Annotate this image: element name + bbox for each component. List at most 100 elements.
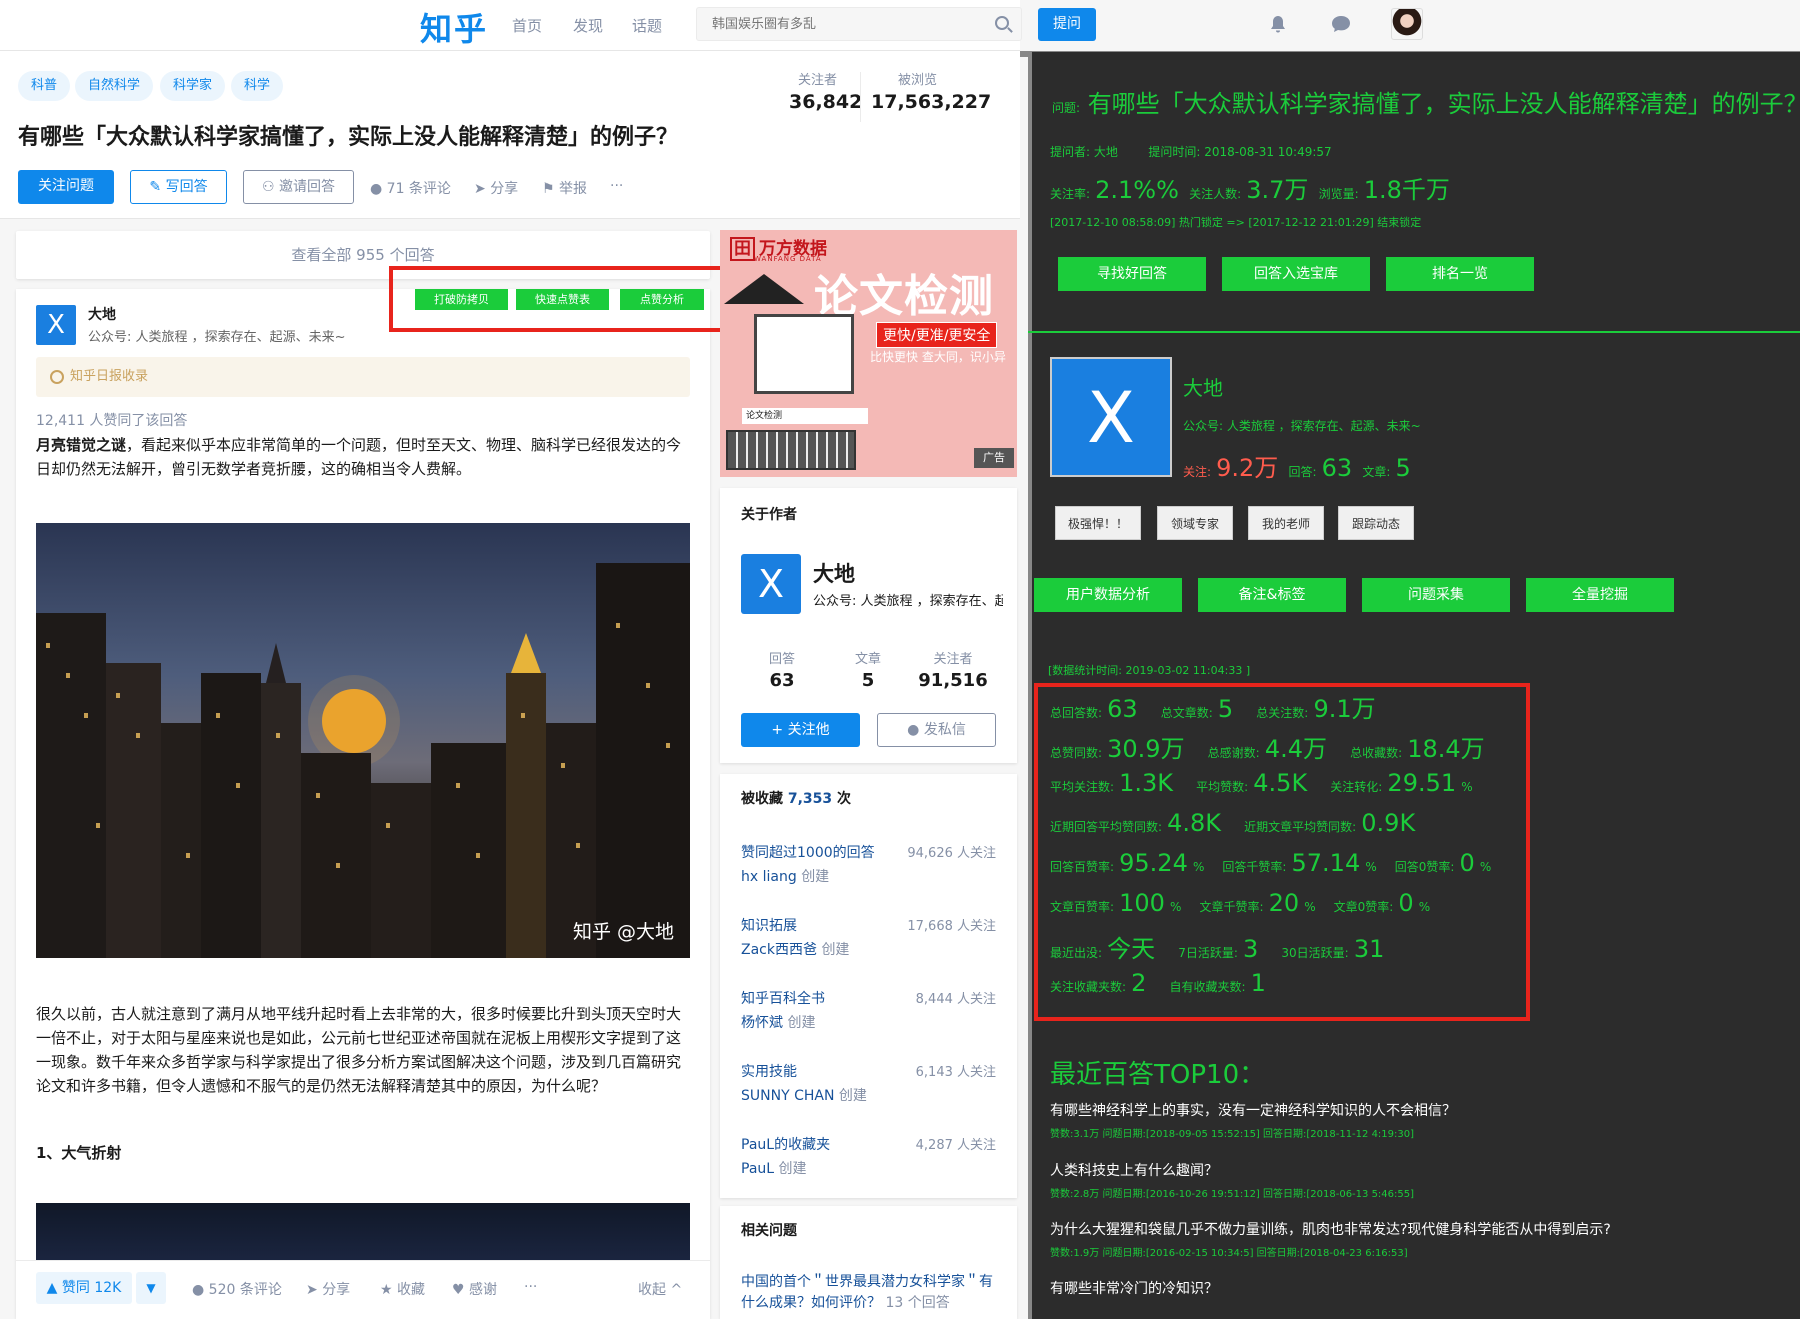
metric-value: 100 <box>1119 889 1165 917</box>
nav-home-link[interactable]: 首页 <box>512 15 542 36</box>
user-avatar[interactable] <box>1391 8 1423 40</box>
answer-more-button[interactable]: ··· <box>524 1279 537 1295</box>
follow-question-button[interactable]: 关注问题 <box>18 170 114 204</box>
downvote-button[interactable]: ▼ <box>136 1272 166 1304</box>
question-collect-button[interactable]: 问题采集 <box>1362 578 1510 612</box>
metric-label: 回答0赞率: <box>1394 860 1455 874</box>
track-activity-button[interactable]: 跟踪动态 <box>1338 506 1414 540</box>
nav-topics-link[interactable]: 话题 <box>632 15 662 36</box>
wanfang-ad-banner[interactable]: 田万方数据 WANFANG DATA 论文检测 更快/更准/更安全 比快更快 查… <box>720 230 1017 477</box>
collection-created-label: 创建 <box>778 1161 807 1177</box>
metrics-row: 总赞同数: 30.9万 总感谢数: 4.4万 总收藏数: 18.4万 <box>1050 729 1503 764</box>
answer-author-avatar[interactable]: X <box>36 305 76 345</box>
moon-city-photo[interactable]: 知乎 @大地 <box>36 523 690 958</box>
search-icon[interactable] <box>995 16 1009 30</box>
top10-question[interactable]: 有哪些非常冷门的冷知识？ <box>1050 1278 1218 1298</box>
quick-upvote-table-button[interactable]: 快速点赞表 <box>516 289 609 310</box>
collection-creator[interactable]: PauL 创建 <box>741 1158 807 1178</box>
about-answers-count[interactable]: 63 <box>737 670 827 691</box>
answer-comments-button[interactable]: ● 520 条评论 <box>192 1279 282 1299</box>
answer-collect-button[interactable]: ★ 收藏 <box>380 1279 425 1299</box>
question-comments-button[interactable]: ● 71 条评论 <box>370 178 451 198</box>
metrics-row: 近期回答平均赞同数: 4.8K 近期文章平均赞同数: 0.9K <box>1050 809 1433 837</box>
collection-creator[interactable]: SUNNY CHAN 创建 <box>741 1085 867 1105</box>
metric-item: 文章百赞率: 100 % <box>1050 889 1181 917</box>
metric-value: 4.8K <box>1167 809 1222 837</box>
about-author-name[interactable]: 大地 <box>813 558 855 588</box>
invite-answer-button[interactable]: ⚇ 邀请回答 <box>243 170 354 204</box>
top10-question[interactable]: 人类科技史上有什么趣闻？ <box>1050 1160 1218 1180</box>
break-copy-protection-button[interactable]: 打破防拷贝 <box>415 289 508 310</box>
tag-science[interactable]: 科学 <box>231 71 284 101</box>
private-message-button[interactable]: ● 发私信 <box>877 713 996 747</box>
full-mining-button[interactable]: 全量挖掘 <box>1526 578 1674 612</box>
about-articles-count[interactable]: 5 <box>823 670 913 691</box>
tag-very-strong-button[interactable]: 极强悍！！ <box>1055 506 1141 540</box>
metric-value: 0 <box>1398 889 1414 917</box>
pencil-icon: ✎ <box>149 179 166 195</box>
collection-name[interactable]: 实用技能 <box>741 1061 797 1081</box>
collection-creator[interactable]: 杨怀斌 创建 <box>741 1012 815 1032</box>
metric-value: 29.51 <box>1387 769 1457 797</box>
collection-creator[interactable]: hx liang 创建 <box>741 866 829 886</box>
about-followers-count[interactable]: 91,516 <box>908 670 998 691</box>
zhihu-daily-badge[interactable]: 知乎日报收录 <box>36 357 690 397</box>
nav-discover-link[interactable]: 发现 <box>573 15 603 36</box>
collections-title: 被收藏 7,353 次 <box>741 788 851 808</box>
collection-name[interactable]: 赞同超过1000的回答 <box>741 842 875 862</box>
collection-name[interactable]: PauL的收藏夹 <box>741 1134 830 1154</box>
upvote-analysis-button[interactable]: 点赞分析 <box>620 289 704 310</box>
followers-count[interactable]: 36,842 <box>789 91 862 113</box>
question-report-button[interactable]: ⚑ 举报 <box>542 178 587 198</box>
ad-label: 广告 <box>974 448 1014 468</box>
panel-question-title[interactable]: 问题: 有哪些「大众默认科学家搞懂了，实际上没人能解释清楚」的例子？ <box>1052 84 1800 119</box>
metric-label: 近期回答平均赞同数: <box>1050 820 1163 834</box>
related-question-link[interactable]: 中国的首个＂世界最具潜力女科学家＂有什么成果？如何评价？ 13 个回答 <box>741 1272 1001 1314</box>
metric-label: 总回答数: <box>1050 706 1103 720</box>
answer-share-button[interactable]: ➤ 分享 <box>306 1279 350 1299</box>
collection-name[interactable]: 知乎百科全书 <box>741 988 825 1008</box>
message-icon[interactable] <box>1330 14 1352 34</box>
tag-my-teacher-button[interactable]: 我的老师 <box>1248 506 1324 540</box>
answer-author-name[interactable]: 大地 <box>88 304 116 324</box>
author-answers-label: 回答: <box>1288 465 1317 479</box>
answer-thanks-button[interactable]: ♥ 感谢 <box>452 1279 497 1299</box>
collection-followers: 4,287 人关注 <box>915 1138 996 1153</box>
panel-author-name[interactable]: 大地 <box>1183 372 1223 401</box>
metric-item: 平均赞数: 4.5K <box>1196 769 1312 797</box>
write-answer-button[interactable]: ✎ 写回答 <box>130 170 227 204</box>
panel-author-avatar[interactable]: X <box>1050 357 1172 477</box>
answer-archive-button[interactable]: 回答入选宝库 <box>1222 257 1370 291</box>
tag-natural-science[interactable]: 自然科学 <box>75 71 154 101</box>
about-author-avatar[interactable]: X <box>741 554 801 614</box>
tag-science-pop[interactable]: 科普 <box>18 71 71 101</box>
ad-brand-icon: 田 <box>730 237 755 261</box>
notes-tags-button[interactable]: 备注&标签 <box>1198 578 1346 612</box>
upvote-button[interactable]: ▲ 赞同 12K <box>36 1272 132 1304</box>
find-good-answers-button[interactable]: 寻找好回答 <box>1058 257 1206 291</box>
collapse-answer-button[interactable]: 收起 ^ <box>638 1279 682 1299</box>
star-icon: ★ <box>380 1282 398 1298</box>
user-data-analysis-button[interactable]: 用户数据分析 <box>1034 578 1182 612</box>
bell-icon[interactable] <box>1268 14 1288 34</box>
question-share-button[interactable]: ➤ 分享 <box>474 178 518 198</box>
metric-label: 总关注数: <box>1256 706 1309 720</box>
collection-creator-name: PauL <box>741 1161 775 1177</box>
collection-creator[interactable]: Zack西西爸 创建 <box>741 939 849 959</box>
collection-followers: 6,143 人关注 <box>915 1065 996 1080</box>
search-input[interactable] <box>697 8 977 40</box>
starfield-photo[interactable] <box>36 1203 690 1263</box>
ranking-button[interactable]: 排名一览 <box>1386 257 1534 291</box>
collection-name[interactable]: 知识拓展 <box>741 915 797 935</box>
search-box <box>696 7 1022 41</box>
zhihu-logo[interactable]: 知乎 <box>420 4 488 50</box>
tag-scientist[interactable]: 科学家 <box>160 71 226 101</box>
follow-author-button[interactable]: + 关注他 <box>741 713 860 747</box>
top10-question[interactable]: 有哪些神经科学上的事实，没有一定神经科学知识的人不会相信？ <box>1050 1100 1456 1120</box>
top10-question[interactable]: 为什么大猩猩和袋鼠几乎不做力量训练，肌肉也非常发达?现代健身科学能否从中得到启示… <box>1050 1219 1611 1239</box>
answer-author-bio: 公众号: 人类旅程 ，探索存在、起源、未来~ <box>88 330 346 345</box>
related-question-text: 中国的首个＂世界最具潜力女科学家＂有什么成果？如何评价？ <box>741 1274 993 1311</box>
question-more-button[interactable]: ··· <box>610 178 623 194</box>
ask-question-button[interactable]: 提问 <box>1038 8 1096 41</box>
tag-domain-expert-button[interactable]: 领域专家 <box>1157 506 1233 540</box>
